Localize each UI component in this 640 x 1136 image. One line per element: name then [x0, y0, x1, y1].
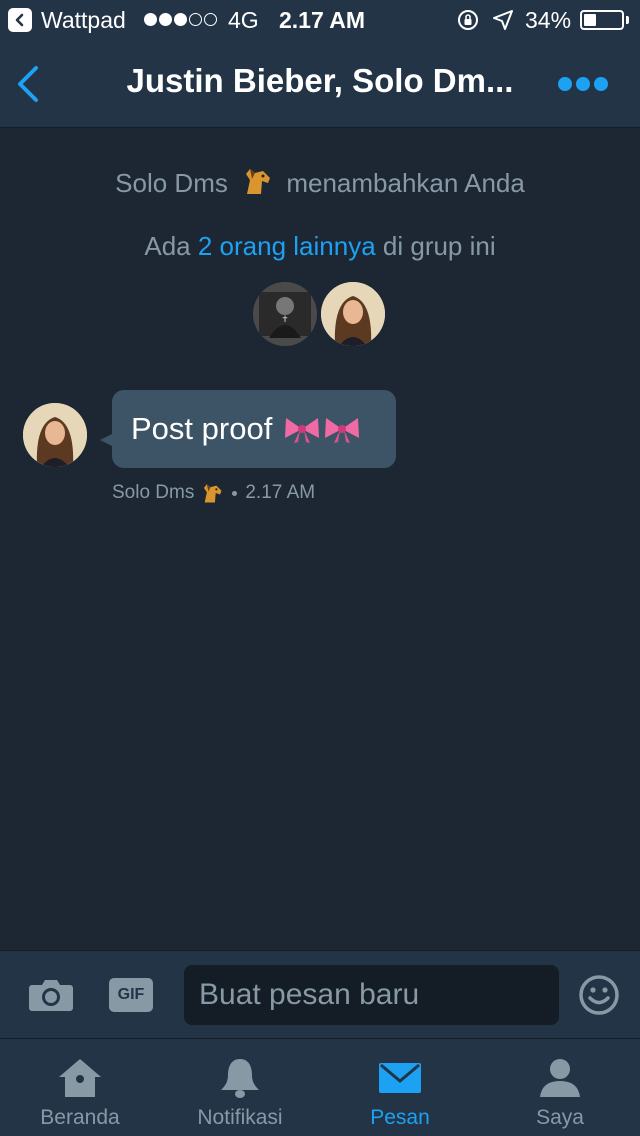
message-text: Post proof	[131, 411, 273, 446]
tab-notifications[interactable]: Notifikasi	[160, 1039, 320, 1136]
member-avatar[interactable]	[321, 282, 385, 346]
gif-button[interactable]: GIF	[109, 978, 153, 1012]
message-bubble[interactable]: Post proof	[112, 390, 396, 468]
battery-percent: 34%	[525, 7, 572, 33]
tab-label: Notifikasi	[197, 1106, 283, 1129]
chevron-left-icon[interactable]	[12, 62, 46, 106]
added-by-name: Solo Dms	[115, 168, 228, 198]
tab-bar: Beranda Notifikasi Pesan Saya	[0, 1038, 640, 1136]
group-suffix: di grup ini	[375, 231, 496, 261]
tab-messages[interactable]: Pesan	[320, 1039, 480, 1136]
tab-profile[interactable]: Saya	[480, 1039, 640, 1136]
status-bar: Wattpad 4G 2.17 AM 34%	[0, 0, 640, 40]
camera-icon[interactable]	[28, 975, 74, 1013]
back-to-app-icon[interactable]	[8, 8, 32, 32]
battery-icon	[580, 10, 624, 30]
location-arrow-icon	[493, 10, 513, 30]
tab-label: Pesan	[370, 1106, 430, 1129]
person-icon	[540, 1059, 580, 1097]
ribbon-emoji-icon	[284, 418, 319, 443]
status-time: 2.17 AM	[279, 7, 366, 33]
message-input[interactable]	[184, 965, 559, 1025]
horse-emoji-icon	[204, 484, 222, 503]
home-icon	[59, 1059, 101, 1097]
signal-strength-icon	[144, 13, 217, 26]
battery-tip	[626, 16, 629, 24]
horse-emoji-icon	[246, 169, 271, 194]
member-added-notice: Solo Dms menambahkan Anda	[0, 166, 640, 199]
separator-dot	[232, 490, 238, 496]
network-type: 4G	[228, 7, 259, 33]
conversation-title[interactable]: Justin Bieber, Solo Dm...	[90, 62, 550, 100]
ribbon-emoji-icon	[324, 418, 359, 443]
more-dots-icon[interactable]	[558, 70, 610, 98]
group-members-notice: Ada 2 orang lainnya di grup ini	[0, 231, 640, 262]
conversation-header: Justin Bieber, Solo Dm...	[0, 40, 640, 128]
member-avatar[interactable]: ✝	[253, 282, 317, 346]
other-members-link[interactable]: 2 orang lainnya	[198, 231, 376, 261]
rotation-lock-icon	[458, 10, 478, 30]
tab-label: Beranda	[40, 1106, 120, 1129]
group-prefix: Ada	[144, 231, 198, 261]
envelope-icon	[379, 1063, 421, 1093]
back-app-label[interactable]: Wattpad	[41, 7, 126, 34]
svg-text:✝: ✝	[281, 315, 289, 325]
message-composer: GIF	[0, 950, 640, 1038]
message-meta: Solo Dms 2.17 AM	[112, 482, 315, 504]
sender-avatar[interactable]	[23, 403, 87, 467]
message-time: 2.17 AM	[245, 482, 316, 503]
bell-icon	[221, 1059, 259, 1098]
message-sender: Solo Dms	[112, 482, 195, 503]
tab-home[interactable]: Beranda	[0, 1039, 160, 1136]
tab-label: Saya	[536, 1106, 584, 1129]
emoji-smiley-icon[interactable]	[578, 974, 620, 1016]
added-message: menambahkan Anda	[286, 168, 525, 198]
